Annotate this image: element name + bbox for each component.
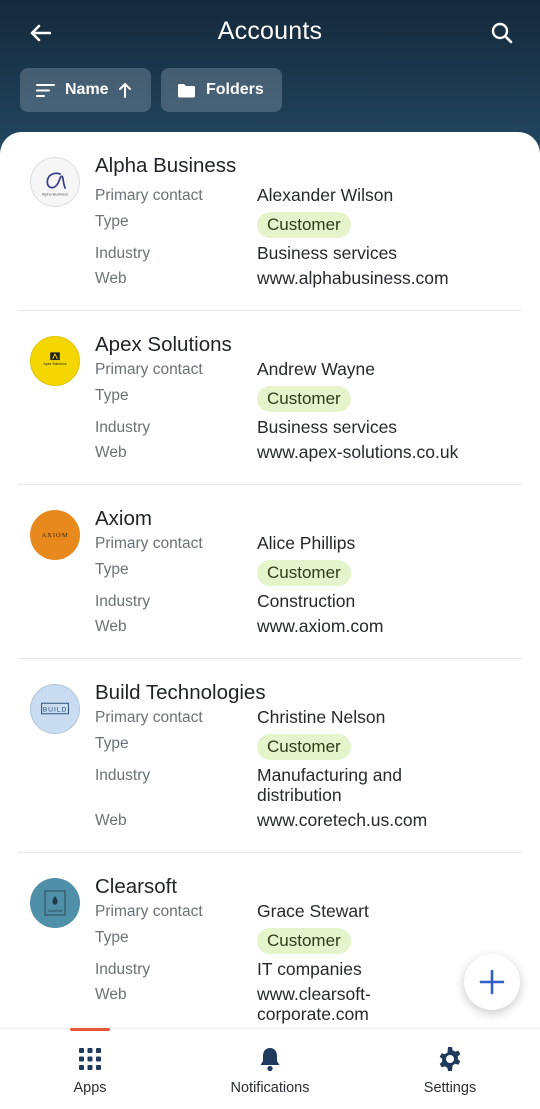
account-card[interactable]: Alpha Business Alpha Business Primary co… <box>18 132 522 311</box>
type-label: Type <box>95 387 129 404</box>
industry-value: Business services <box>257 417 398 437</box>
add-account-button[interactable] <box>464 954 520 1010</box>
primary-contact-value: Andrew Wayne <box>257 359 376 379</box>
type-label: Type <box>95 735 129 752</box>
svg-text:Apex Solutions: Apex Solutions <box>44 362 67 366</box>
nav-notifications[interactable]: Notifications <box>180 1029 360 1109</box>
primary-contact-value: Grace Stewart <box>257 901 369 921</box>
plus-icon <box>479 969 505 995</box>
search-icon <box>491 22 513 44</box>
account-card[interactable]: ClearSoft Clearsoft Primary contact Grac… <box>18 853 522 1053</box>
primary-contact-label: Primary contact <box>95 535 203 552</box>
industry-value: Business services <box>257 243 398 263</box>
type-badge: Customer <box>257 386 351 412</box>
web-link[interactable]: www.axiom.com <box>257 616 507 636</box>
account-name: Build Technologies <box>95 681 266 704</box>
web-label: Web <box>95 986 127 1003</box>
primary-contact-label: Primary contact <box>95 361 203 378</box>
web-link[interactable]: www.coretech.us.com <box>257 810 507 830</box>
bottom-navigation: Apps Notifications Settings <box>0 1028 540 1109</box>
account-card[interactable]: AXIOM Axiom Primary contact Alice Philli… <box>18 485 522 659</box>
type-label: Type <box>95 213 129 230</box>
nav-apps-label: Apps <box>73 1080 107 1096</box>
primary-contact-label: Primary contact <box>95 709 203 726</box>
company-logo: AXIOM <box>30 510 80 560</box>
folders-button[interactable]: Folders <box>161 68 282 112</box>
search-button[interactable] <box>484 16 520 50</box>
industry-label: Industry <box>95 593 151 610</box>
active-tab-indicator <box>70 1028 110 1031</box>
web-link-continued[interactable]: corporate.com <box>257 1004 507 1024</box>
web-link[interactable]: www.alphabusiness.com <box>257 268 507 288</box>
web-label: Web <box>95 270 127 287</box>
nav-settings[interactable]: Settings <box>360 1029 540 1109</box>
industry-value: Construction <box>257 591 356 611</box>
company-logo: Apex Solutions <box>30 336 80 386</box>
nav-notifications-label: Notifications <box>230 1080 310 1096</box>
sort-lines-icon <box>36 83 55 97</box>
company-logo: BUILD <box>30 684 80 734</box>
svg-text:BUILD: BUILD <box>43 706 68 713</box>
industry-value: Manufacturing and <box>257 765 402 785</box>
web-link[interactable]: www.apex-solutions.co.uk <box>257 442 517 462</box>
svg-text:ClearSoft: ClearSoft <box>48 909 63 913</box>
web-label: Web <box>95 812 127 829</box>
account-card[interactable]: Apex Solutions Apex Solutions Primary co… <box>18 311 522 485</box>
nav-settings-label: Settings <box>423 1080 477 1096</box>
folder-icon <box>178 83 195 97</box>
sort-by-name-button[interactable]: Name <box>20 68 151 112</box>
company-logo: Alpha Business <box>30 157 80 207</box>
primary-contact-value: Alexander Wilson <box>257 185 394 205</box>
top-bar: Accounts <box>0 0 540 66</box>
industry-label: Industry <box>95 767 151 784</box>
account-name: Clearsoft <box>95 875 178 898</box>
account-name: Alpha Business <box>95 154 237 177</box>
primary-contact-value: Christine Nelson <box>257 707 386 727</box>
arrow-up-icon <box>118 83 131 98</box>
industry-value-continued: distribution <box>257 785 342 805</box>
type-badge: Customer <box>257 212 351 238</box>
nav-apps[interactable]: Apps <box>0 1028 180 1109</box>
type-badge: Customer <box>257 560 351 586</box>
account-card[interactable]: BUILD Build Technologies Primary contact… <box>18 659 522 853</box>
primary-contact-value: Alice Phillips <box>257 533 356 553</box>
svg-text:Alpha Business: Alpha Business <box>42 192 68 196</box>
grid-icon <box>79 1048 101 1070</box>
page-title: Accounts <box>217 17 323 45</box>
gear-icon <box>439 1047 461 1071</box>
web-label: Web <box>95 618 127 635</box>
folders-label: Folders <box>206 81 264 98</box>
web-label: Web <box>95 444 127 461</box>
account-name: Apex Solutions <box>95 333 232 356</box>
type-badge: Customer <box>257 734 351 760</box>
type-label: Type <box>95 561 129 578</box>
bell-icon <box>260 1048 280 1072</box>
svg-text:AXIOM: AXIOM <box>41 532 68 539</box>
account-name: Axiom <box>95 507 152 530</box>
company-logo: ClearSoft <box>30 878 80 928</box>
type-label: Type <box>95 929 129 946</box>
industry-label: Industry <box>95 245 151 262</box>
primary-contact-label: Primary contact <box>95 187 203 204</box>
type-badge: Customer <box>257 928 351 954</box>
primary-contact-label: Primary contact <box>95 903 203 920</box>
sort-label: Name <box>65 81 109 98</box>
accounts-list: Alpha Business Alpha Business Primary co… <box>0 132 540 1109</box>
industry-label: Industry <box>95 419 151 436</box>
industry-label: Industry <box>95 961 151 978</box>
